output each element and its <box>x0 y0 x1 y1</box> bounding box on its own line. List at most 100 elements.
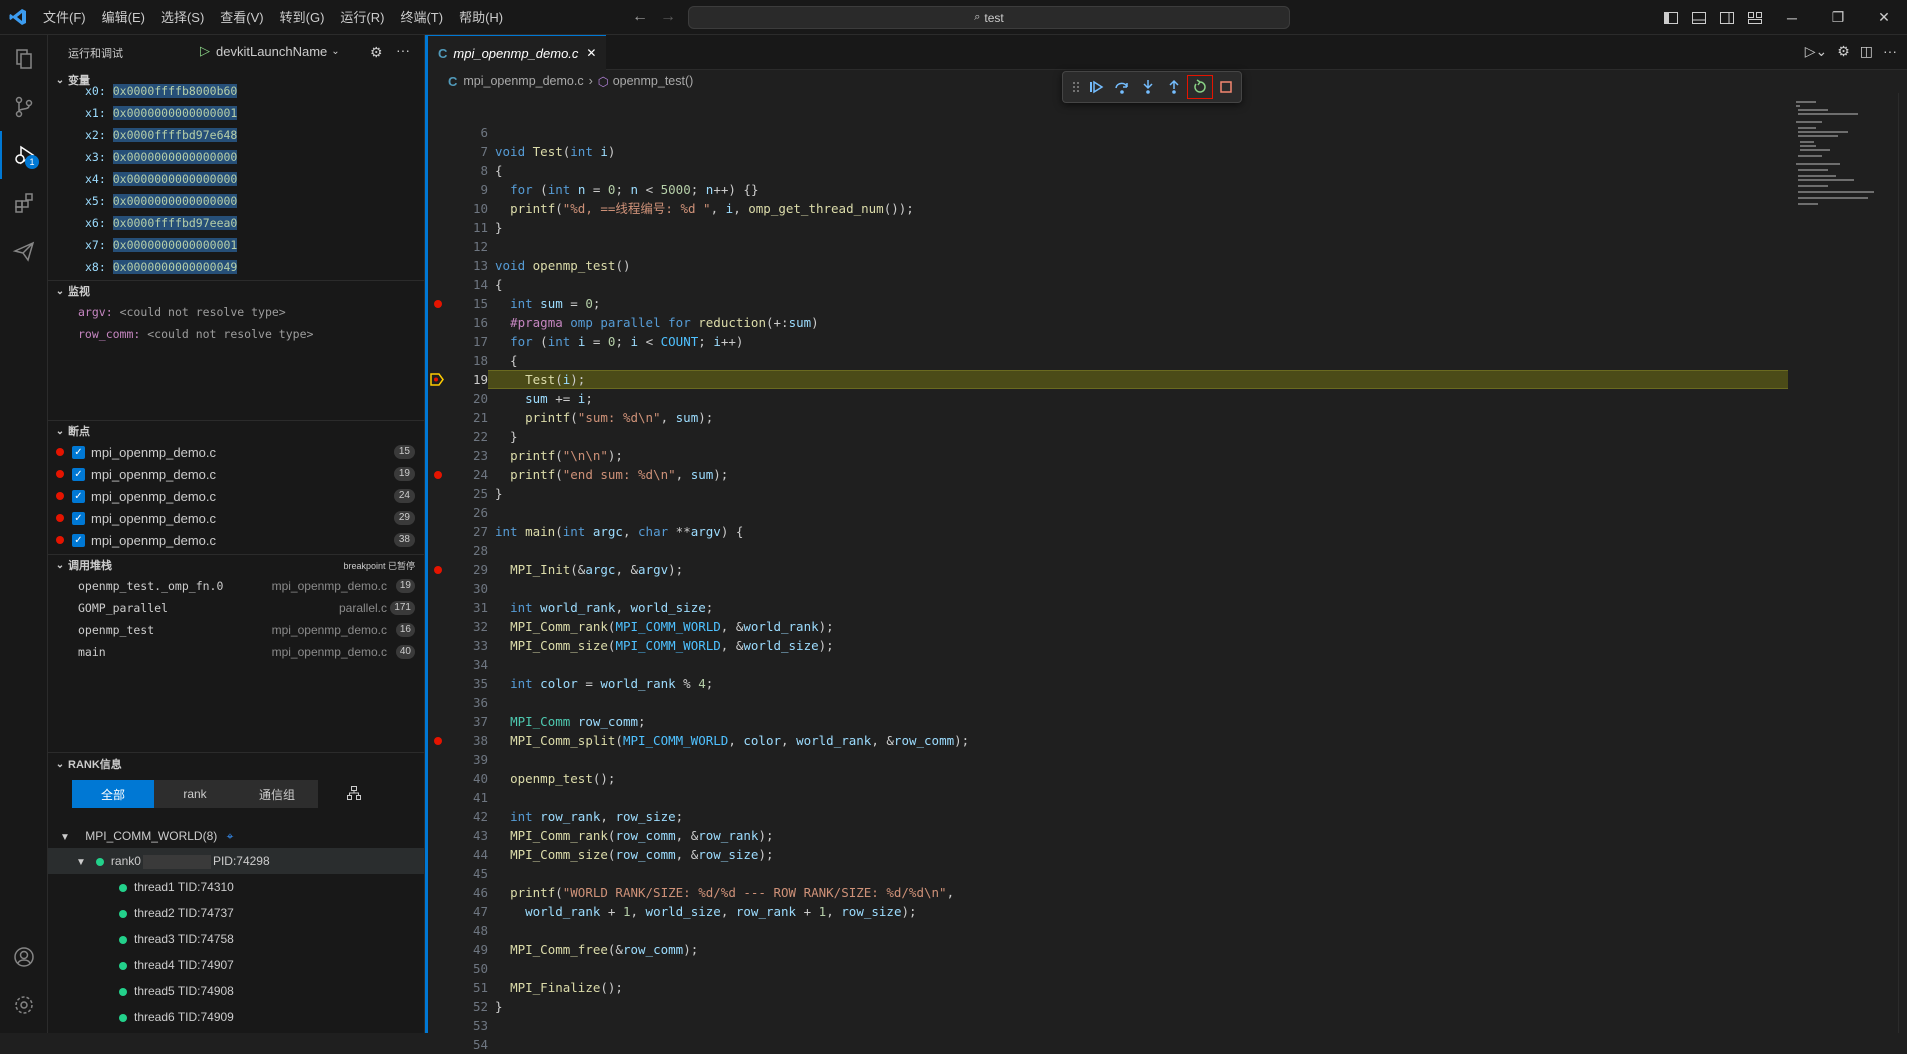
extensions-icon[interactable] <box>0 179 48 227</box>
start-debugging-icon[interactable]: ▷ <box>200 43 210 59</box>
thread-item[interactable]: thread2 TID:74737 <box>119 900 419 926</box>
code-line[interactable]: 10 printf("%d, ==线程编号: %d ", i, omp_get_… <box>428 199 1788 218</box>
variable-row[interactable]: x2: 0x0000ffffbd97e648 <box>48 124 424 146</box>
run-debug-icon[interactable]: 1 <box>0 131 48 179</box>
run-debug-split-icon[interactable]: ▷⌄ <box>1805 43 1828 60</box>
code-line[interactable]: 26 <box>428 503 1788 522</box>
menu-item-4[interactable]: 转到(G) <box>272 0 333 35</box>
code-line[interactable]: 33 MPI_Comm_size(MPI_COMM_WORLD, &world_… <box>428 636 1788 655</box>
code-line[interactable]: 25} <box>428 484 1788 503</box>
code-line[interactable]: 41 <box>428 788 1788 807</box>
code-line[interactable]: 13 void openmp_test() <box>428 256 1788 275</box>
continue-icon[interactable] <box>1083 75 1109 99</box>
explorer-icon[interactable] <box>0 35 48 83</box>
comm-world-node[interactable]: ▼ MPI_COMM_WORLD(8) ⌖ <box>60 823 420 849</box>
code-line[interactable]: 20 sum += i; <box>428 389 1788 408</box>
drag-handle-icon[interactable] <box>1069 75 1083 99</box>
step-into-icon[interactable] <box>1135 75 1161 99</box>
code-line[interactable]: 17 for (int i = 0; i < COUNT; i++) <box>428 332 1788 351</box>
thread-item[interactable]: thread6 TID:74909 <box>119 1004 419 1030</box>
breakpoint-checkbox[interactable]: ✓ <box>72 489 85 503</box>
breadcrumb-file[interactable]: mpi_openmp_demo.c <box>463 74 583 88</box>
restart-icon[interactable] <box>1187 75 1213 99</box>
customize-layout-icon[interactable] <box>1743 6 1767 30</box>
hierarchy-icon[interactable] <box>346 785 362 804</box>
menu-item-0[interactable]: 文件(F) <box>35 0 94 35</box>
code-line[interactable]: 39 <box>428 750 1788 769</box>
breakpoint-checkbox[interactable]: ✓ <box>72 511 85 525</box>
toggle-secondary-sidebar-icon[interactable] <box>1715 6 1739 30</box>
rank-tab-all[interactable]: 全部 <box>72 780 154 808</box>
editor-tab[interactable]: C mpi_openmp_demo.c ✕ <box>428 35 607 70</box>
breakpoints-header[interactable]: ⌄ 断点 <box>48 421 424 441</box>
step-over-icon[interactable] <box>1109 75 1135 99</box>
variable-row[interactable]: x1: 0x0000000000000001 <box>48 102 424 124</box>
code-line[interactable]: 34 <box>428 655 1788 674</box>
breakpoint-dot-icon[interactable] <box>434 737 442 745</box>
code-line[interactable]: 53 <box>428 1016 1788 1035</box>
variable-row[interactable]: x5: 0x0000000000000000 <box>48 190 424 212</box>
close-tab-icon[interactable]: ✕ <box>586 46 596 60</box>
variable-row[interactable]: x8: 0x0000000000000049 <box>48 256 424 278</box>
code-line[interactable]: 8{ <box>428 161 1788 180</box>
code-line[interactable]: 51 MPI_Finalize(); <box>428 978 1788 997</box>
code-line[interactable]: 31 int world_rank, world_size; <box>428 598 1788 617</box>
breadcrumb-function[interactable]: openmp_test() <box>613 74 694 88</box>
code-line[interactable]: 11} <box>428 218 1788 237</box>
code-line[interactable]: 50 <box>428 959 1788 978</box>
code-line[interactable]: 43 MPI_Comm_rank(row_comm, &row_rank); <box>428 826 1788 845</box>
breakpoint-item[interactable]: ✓ mpi_openmp_demo.c 19 <box>48 463 424 485</box>
variable-row[interactable]: x3: 0x0000000000000000 <box>48 146 424 168</box>
locate-icon[interactable]: ⌖ <box>227 829 234 843</box>
breakpoint-item[interactable]: ✓ mpi_openmp_demo.c 38 <box>48 529 424 551</box>
toggle-primary-sidebar-icon[interactable] <box>1659 6 1683 30</box>
code-line[interactable]: 18 { <box>428 351 1788 370</box>
launch-config-select[interactable]: ▷ devkitLaunchName ⌄ <box>200 43 340 59</box>
minimize-button[interactable]: ─ <box>1769 0 1815 35</box>
breakpoint-checkbox[interactable]: ✓ <box>72 533 85 547</box>
menu-item-7[interactable]: 帮助(H) <box>451 0 511 35</box>
code-editor[interactable]: 6 7 void Test(int i) 8{9 for (int n = 0; n … <box>428 123 1788 1054</box>
breakpoint-dot-icon[interactable] <box>434 300 442 308</box>
rank-info-header[interactable]: ⌄ RANK信息 <box>48 754 424 774</box>
code-line[interactable]: 29 MPI_Init(&argc, &argv); <box>428 560 1788 579</box>
editor-settings-icon[interactable]: ⚙ <box>1837 43 1850 60</box>
breakpoint-item[interactable]: ✓ mpi_openmp_demo.c 24 <box>48 485 424 507</box>
code-line[interactable]: 27 int main(int argc, char **argv) { <box>428 522 1788 541</box>
code-line[interactable]: 24 printf("end sum: %d\n", sum); <box>428 465 1788 484</box>
variable-row[interactable]: x0: 0x0000ffffb8000b60 <box>48 80 424 102</box>
minimap[interactable] <box>1788 93 1898 1033</box>
code-line[interactable]: 22 } <box>428 427 1788 446</box>
code-line[interactable]: 35 int color = world_rank % 4; <box>428 674 1788 693</box>
stop-icon[interactable] <box>1213 75 1239 99</box>
send-icon[interactable] <box>0 227 48 275</box>
thread-item[interactable]: thread3 TID:74758 <box>119 926 419 952</box>
forward-arrow-icon[interactable]: → <box>660 8 676 26</box>
rank-tab-comm-group[interactable]: 通信组 <box>236 780 318 808</box>
more-actions-icon[interactable]: ··· <box>396 42 410 58</box>
code-line[interactable]: 32 MPI_Comm_rank(MPI_COMM_WORLD, &world_… <box>428 617 1788 636</box>
account-icon[interactable] <box>0 933 48 981</box>
thread-item[interactable]: thread4 TID:74907 <box>119 952 419 978</box>
code-line[interactable]: 45 <box>428 864 1788 883</box>
variable-row[interactable]: x6: 0x0000ffffbd97eea0 <box>48 212 424 234</box>
watch-row[interactable]: row_comm: <could not resolve type> <box>48 323 424 345</box>
code-line[interactable]: 21 printf("sum: %d\n", sum); <box>428 408 1788 427</box>
code-line[interactable]: 16 #pragma omp parallel for reduction(+:… <box>428 313 1788 332</box>
breakpoint-item[interactable]: ✓ mpi_openmp_demo.c 15 <box>48 441 424 463</box>
code-line[interactable]: 15 int sum = 0; <box>428 294 1788 313</box>
callstack-header[interactable]: ⌄ 调用堆栈 breakpoint 已暂停 <box>48 555 424 575</box>
debug-settings-gear-icon[interactable]: ⚙ <box>370 44 383 61</box>
code-line[interactable]: 28 <box>428 541 1788 560</box>
code-line[interactable]: 23 printf("\n\n"); <box>428 446 1788 465</box>
toggle-panel-icon[interactable] <box>1687 6 1711 30</box>
code-line[interactable]: 49 MPI_Comm_free(&row_comm); <box>428 940 1788 959</box>
rank-node[interactable]: ▼ rank0 PID:74298 <box>48 848 424 874</box>
breakpoint-checkbox[interactable]: ✓ <box>72 467 85 481</box>
breakpoint-item[interactable]: ✓ mpi_openmp_demo.c 29 <box>48 507 424 529</box>
breakpoint-checkbox[interactable]: ✓ <box>72 445 85 459</box>
source-control-icon[interactable] <box>0 83 48 131</box>
code-line[interactable]: 48 <box>428 921 1788 940</box>
code-line[interactable]: 38 MPI_Comm_split(MPI_COMM_WORLD, color,… <box>428 731 1788 750</box>
code-line[interactable]: 6 <box>428 123 1788 142</box>
